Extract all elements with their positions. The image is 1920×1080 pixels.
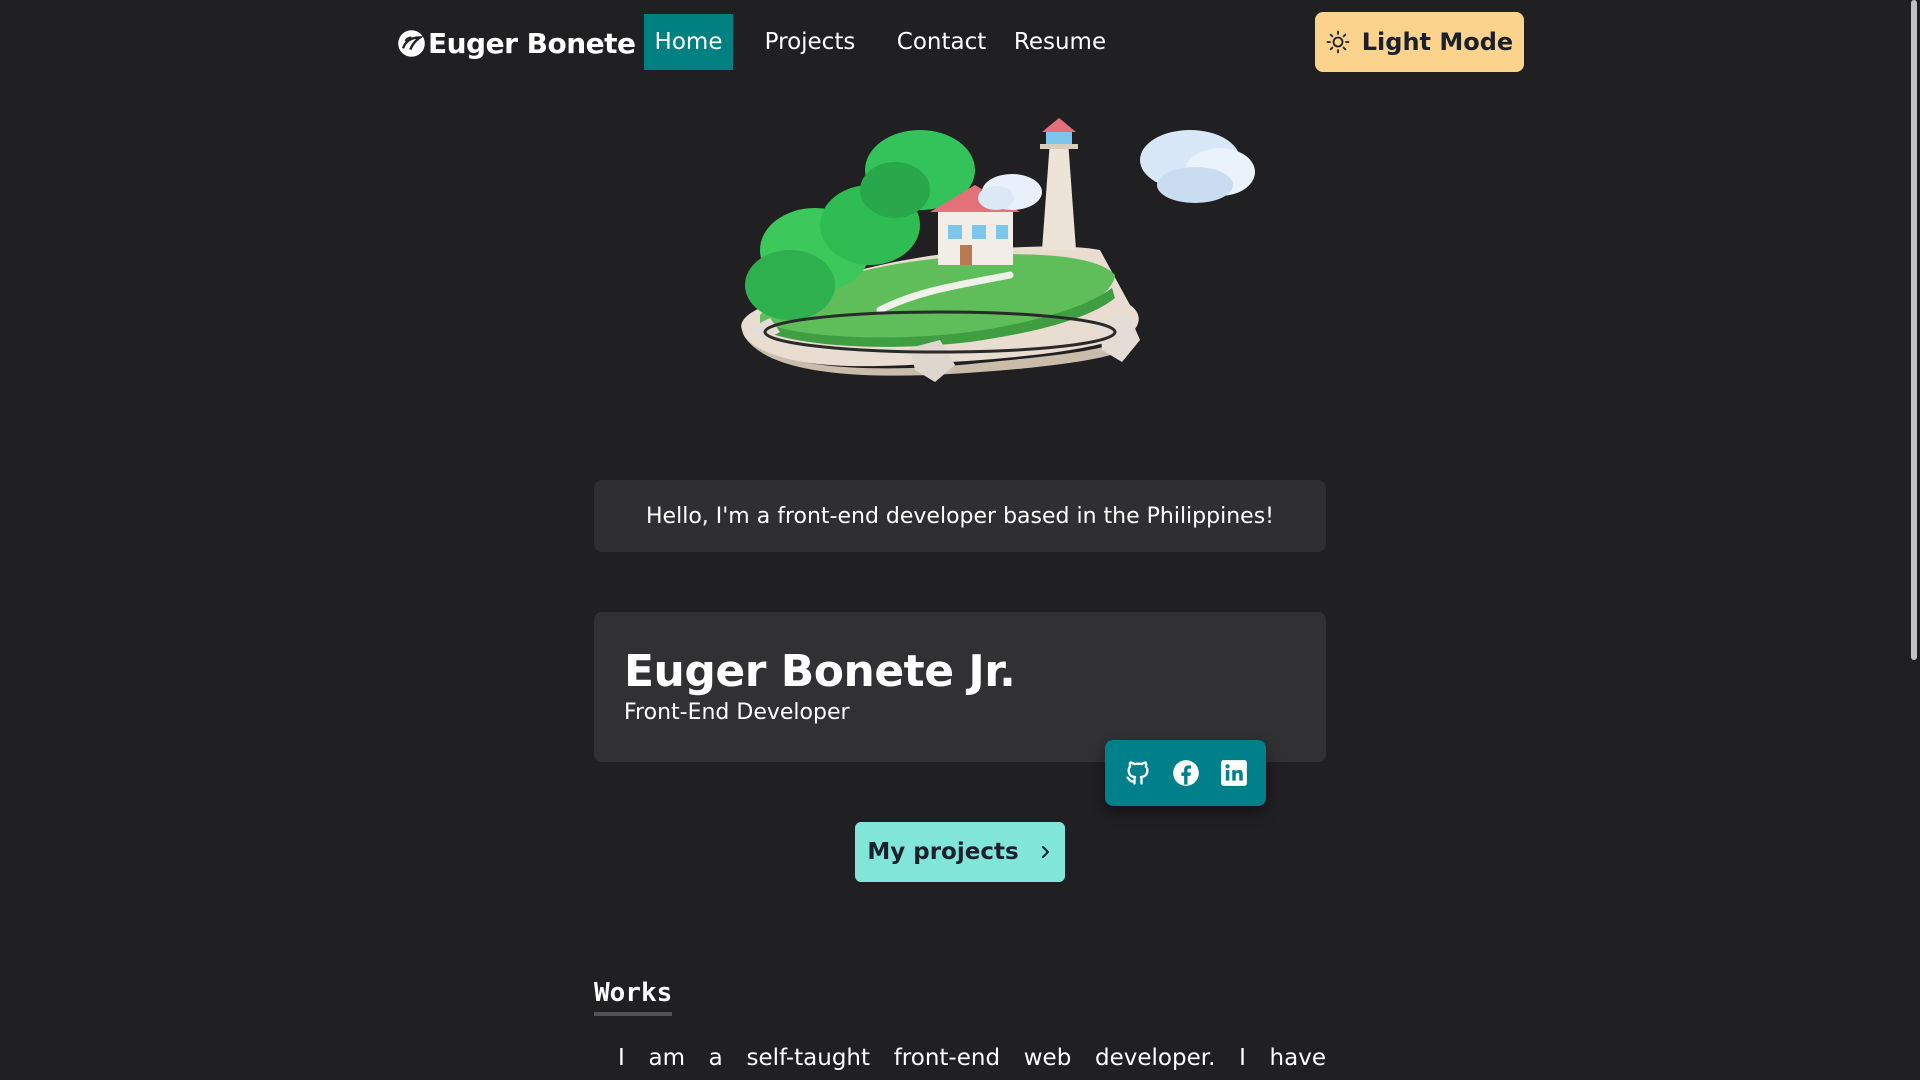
my-projects-button[interactable]: My projects: [855, 822, 1065, 882]
nav-link-contact[interactable]: Contact: [888, 14, 995, 70]
logo-text: Euger Bonete: [428, 26, 636, 60]
nav-link-resume[interactable]: Resume: [1008, 14, 1112, 70]
greeting-banner: Hello, I'm a front-end developer based i…: [594, 480, 1326, 552]
works-heading: Works: [594, 978, 673, 1016]
my-projects-label: My projects: [867, 839, 1019, 865]
sun-icon: [1326, 30, 1350, 54]
profile-role: Front-End Developer: [624, 700, 850, 725]
chevron-right-icon: [1041, 846, 1049, 858]
github-icon[interactable]: [1124, 759, 1152, 787]
site-logo[interactable]: Euger Bonete: [397, 25, 636, 61]
facebook-icon[interactable]: [1172, 759, 1200, 787]
theme-toggle-label: Light Mode: [1361, 28, 1514, 56]
leaf-icon: [398, 29, 425, 57]
scrollbar-thumb[interactable]: [1911, 0, 1917, 660]
profile-name: Euger Bonete Jr.: [624, 646, 1016, 697]
nav-link-home[interactable]: Home: [644, 14, 733, 70]
linkedin-icon[interactable]: [1220, 759, 1248, 787]
works-paragraph: I am a self-taught front-end web develop…: [618, 1045, 1326, 1071]
theme-toggle-button[interactable]: Light Mode: [1315, 12, 1524, 72]
nav-link-projects[interactable]: Projects: [756, 14, 864, 70]
page-scrollbar[interactable]: [1909, 0, 1920, 1080]
hero-illustration: [720, 100, 1280, 400]
social-links: [1105, 740, 1266, 806]
top-navigation: Euger Bonete Home Projects Contact Resum…: [0, 0, 1920, 86]
